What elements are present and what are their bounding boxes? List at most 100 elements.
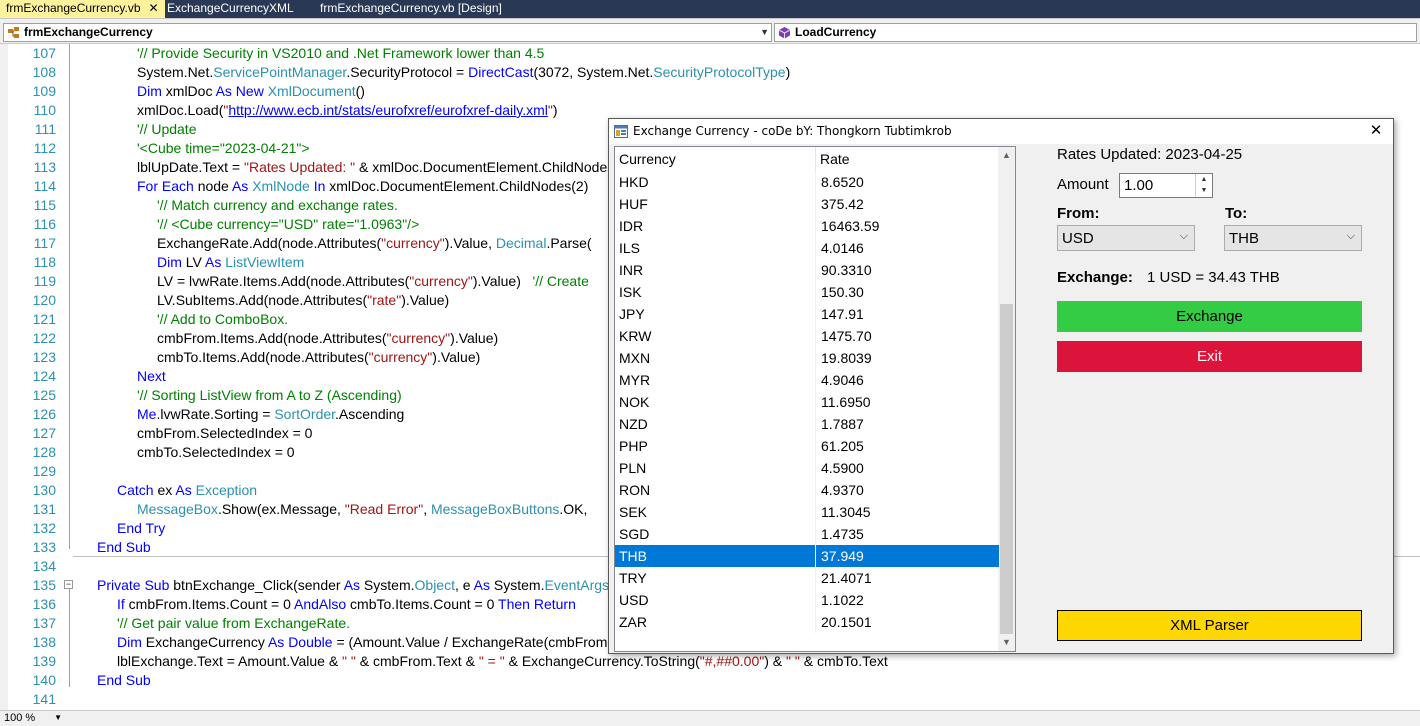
to-currency-select[interactable]: THB ⌵ [1224, 225, 1362, 251]
list-item[interactable]: SGD 1.4735 [615, 523, 999, 545]
list-item[interactable]: RON 4.9370 [615, 479, 999, 501]
code-token: '// <Cube currency="USD" rate="1.0963"/> [157, 216, 420, 232]
rate-cell: 37.949 [821, 548, 864, 564]
rate-list-view[interactable]: Currency Rate ▲ ▼ HKD 8.6520 HUF 375.42 IDR 1… [614, 146, 1016, 652]
list-item[interactable]: NOK 11.6950 [615, 391, 999, 413]
close-icon[interactable]: ✕ [1359, 119, 1393, 144]
list-item[interactable]: JPY 147.91 [615, 303, 999, 325]
class-selector-dropdown[interactable]: frmExchangeCurrency ▼ [3, 23, 772, 42]
rate-cell: 16463.59 [821, 218, 880, 234]
code-token: '// Sorting ListView from A to Z (Ascend… [137, 387, 402, 403]
currency-cell: IDR [619, 218, 644, 234]
code-line[interactable]: 109 Dim xmlDoc As New XmlDocument() [0, 82, 1420, 101]
code-token: Private Sub [97, 577, 170, 593]
code-line[interactable]: 108 System.Net.ServicePointManager.Securi… [0, 63, 1420, 82]
currency-cell: THB [619, 548, 647, 564]
list-item[interactable]: PHP 61.205 [615, 435, 999, 457]
code-text: Dim LV As ListViewItem [157, 253, 304, 272]
tab-frmexchangecurrency-design[interactable]: frmExchangeCurrency.vb [Design] [314, 0, 508, 18]
currency-cell: NOK [619, 394, 650, 410]
code-token: , [423, 501, 431, 517]
list-item[interactable]: MYR 4.9046 [615, 369, 999, 391]
xml-parser-button[interactable]: XML Parser [1057, 610, 1362, 641]
code-token: LV = lvwRate.Items.Add(node.Attributes( [157, 273, 410, 289]
document-tab-strip: frmExchangeCurrency.vb ✕ ExchangeCurrency… [0, 0, 1420, 18]
list-item[interactable]: SEK 11.3045 [615, 501, 999, 523]
amount-spin-buttons[interactable]: ▲ ▼ [1195, 174, 1212, 197]
currency-cell: JPY [619, 306, 645, 322]
spin-down-icon[interactable]: ▼ [1196, 185, 1212, 196]
exchange-button[interactable]: Exchange [1057, 301, 1362, 332]
tab-label: ExchangeCurrencyXML [167, 1, 294, 15]
code-token: cmbTo.SelectedIndex = 0 [137, 444, 295, 460]
tab-frmexchangecurrency-vb[interactable]: frmExchangeCurrency.vb ✕ [0, 0, 165, 18]
code-token: cmbFrom.SelectedIndex = 0 [137, 425, 313, 441]
scroll-down-icon[interactable]: ▼ [998, 634, 1015, 651]
code-token: .OK, [559, 501, 592, 517]
list-item[interactable]: INR 90.3310 [615, 259, 999, 281]
list-item[interactable]: ZAR 20.1501 [615, 611, 999, 633]
from-currency-value: USD [1062, 230, 1094, 247]
code-line[interactable]: 140 End Sub [0, 671, 1420, 690]
window-title-bar[interactable]: Exchange Currency - coDe bY: Thongkorn T… [609, 119, 1393, 144]
close-tab-icon[interactable]: ✕ [149, 0, 159, 17]
member-selector-dropdown[interactable]: LoadCurrency [774, 23, 1417, 42]
line-number: 114 [33, 178, 56, 194]
code-token: Catch [117, 482, 154, 498]
zoom-level-dropdown[interactable]: 100 % ▼ [2, 711, 64, 726]
list-item[interactable]: USD 1.1022 [615, 589, 999, 611]
list-item[interactable]: ILS 4.0146 [615, 237, 999, 259]
code-line[interactable]: 141 [0, 690, 1420, 709]
currency-cell: ILS [619, 240, 641, 256]
rate-cell: 61.205 [821, 438, 864, 454]
collapse-icon[interactable]: − [64, 580, 73, 589]
from-label: From: [1057, 205, 1100, 222]
code-text: '// Sorting ListView from A to Z (Ascend… [137, 386, 402, 405]
code-token: node [193, 178, 232, 194]
exchange-label: Exchange: [1057, 269, 1133, 286]
code-text: '// Provide Security in VS2010 and .Net … [137, 44, 544, 63]
list-item[interactable]: KRW 1475.70 [615, 325, 999, 347]
rate-cell: 8.6520 [821, 174, 864, 190]
chevron-down-icon: ▼ [54, 713, 62, 722]
code-token: http://www.ecb.int/stats/eurofxref/eurof… [228, 102, 548, 118]
amount-stepper[interactable]: 1.00 ▲ ▼ [1119, 173, 1213, 198]
column-header-currency[interactable]: Currency [615, 147, 815, 171]
scrollbar-thumb[interactable] [1000, 304, 1013, 634]
code-token: "currency" [409, 273, 473, 289]
line-number: 120 [32, 292, 56, 308]
list-item[interactable]: NZD 1.7887 [615, 413, 999, 435]
code-token: ) [785, 64, 791, 80]
code-text: Catch ex As Exception [117, 481, 257, 500]
code-token: .lvwRate.Sorting = [156, 406, 275, 422]
column-header-rate[interactable]: Rate [816, 147, 999, 171]
code-token: "currency" [386, 330, 451, 346]
line-number: 140 [32, 672, 56, 688]
code-text: Dim xmlDoc As New XmlDocument() [137, 82, 365, 101]
list-item[interactable]: ISK 150.30 [615, 281, 999, 303]
list-item[interactable]: MXN 19.8039 [615, 347, 999, 369]
list-item[interactable]: TRY 21.4071 [615, 567, 999, 589]
scroll-up-icon[interactable]: ▲ [998, 147, 1015, 164]
code-token: Me [137, 406, 157, 422]
tab-exchangecurrencyxml[interactable]: ExchangeCurrencyXML [161, 0, 300, 18]
code-token: DirectCast [468, 64, 534, 80]
list-item[interactable]: HUF 375.42 [615, 193, 999, 215]
code-token: & ExchangeCurrency.ToString( [504, 653, 700, 669]
exit-button[interactable]: Exit [1057, 341, 1362, 372]
list-item[interactable]: HKD 8.6520 [615, 171, 999, 193]
code-token: SecurityProtocolType [653, 64, 786, 80]
from-currency-select[interactable]: USD ⌵ [1057, 225, 1195, 251]
code-line[interactable]: 107 '// Provide Security in VS2010 and .N… [0, 44, 1420, 63]
code-token: For Each [137, 178, 194, 194]
currency-cell: HUF [619, 196, 648, 212]
spin-up-icon[interactable]: ▲ [1196, 174, 1212, 185]
list-item[interactable]: IDR 16463.59 [615, 215, 999, 237]
code-token: "currency" [381, 235, 445, 251]
vertical-scrollbar[interactable]: ▲ ▼ [998, 147, 1015, 651]
code-token: LV.SubItems.Add(node.Attributes( [157, 292, 368, 308]
member-selector-value: LoadCurrency [795, 25, 877, 39]
code-line[interactable]: 139 lblExchange.Text = Amount.Value & " "… [0, 652, 1420, 671]
list-item[interactable]: THB 37.949 [615, 545, 999, 567]
list-item[interactable]: PLN 4.5900 [615, 457, 999, 479]
